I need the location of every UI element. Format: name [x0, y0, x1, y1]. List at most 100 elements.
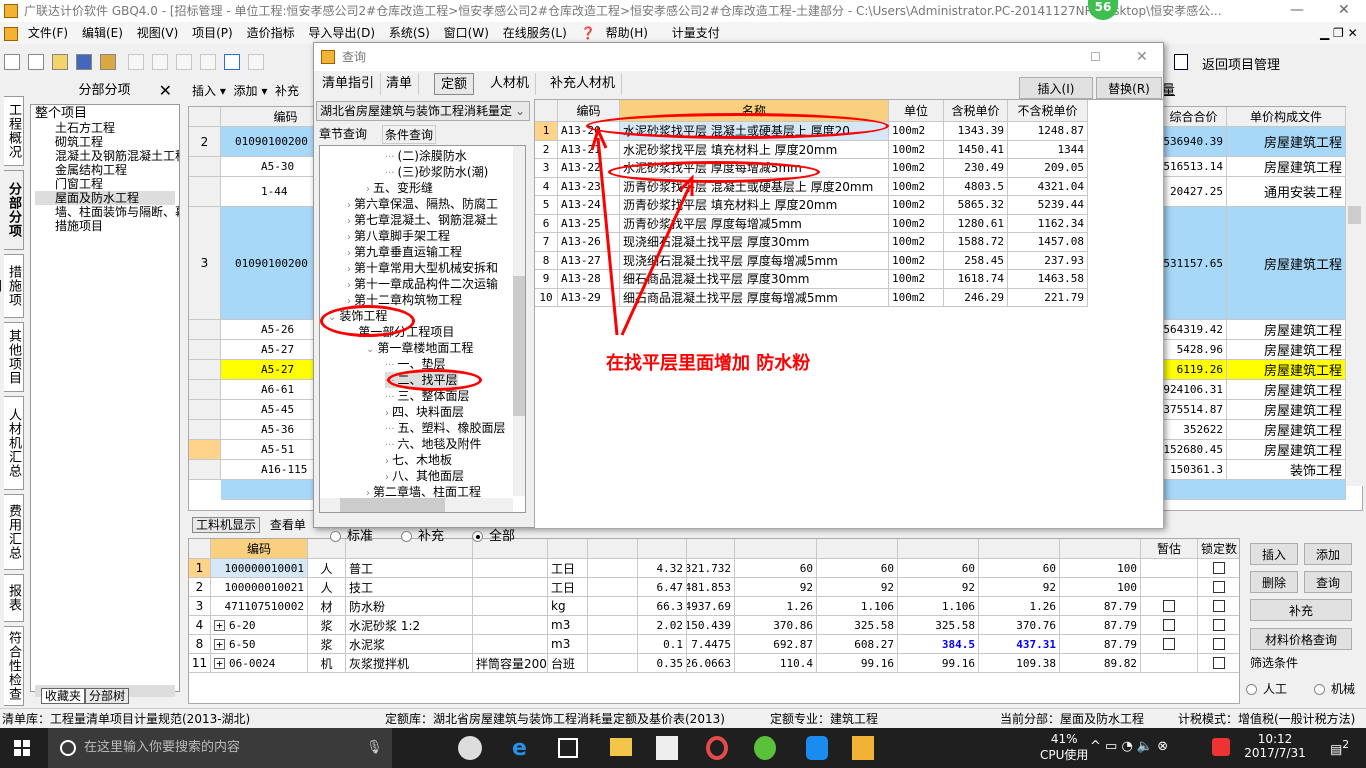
dialog-tab-2[interactable]: 定额	[434, 73, 475, 95]
close-window-button[interactable]: ✕	[1338, 2, 1350, 18]
cell-code[interactable]: +6-50	[211, 635, 308, 654]
quota-unit[interactable]: 100m2	[889, 196, 944, 215]
quota-unit[interactable]: 100m2	[889, 140, 944, 159]
tree-node[interactable]: › 第六章保温、隔热、防腐工	[347, 196, 498, 212]
paste-icon[interactable]	[175, 54, 192, 70]
tree-node[interactable]: › 四、块料面层	[385, 404, 464, 420]
quota-notax[interactable]: 237.93	[1008, 251, 1088, 270]
tree-node[interactable]: › 七、木地板	[385, 452, 452, 468]
tree-node[interactable]: › 五、变形缝	[366, 180, 433, 196]
quota-unit[interactable]: 100m2	[889, 122, 944, 141]
file-explorer-icon[interactable]	[610, 738, 632, 756]
document-app-icon[interactable]	[656, 736, 678, 760]
row-file[interactable]: 房屋建筑工程	[1227, 320, 1346, 340]
save-icon[interactable]	[76, 54, 92, 70]
lock-checkbox[interactable]	[1213, 619, 1225, 631]
new-project-icon[interactable]	[28, 54, 44, 70]
expand-icon[interactable]: +	[214, 619, 225, 631]
menu-help[interactable]: ❓ 帮助(H)	[581, 26, 658, 40]
radio-2[interactable]: 全部	[472, 529, 515, 544]
quota-notax[interactable]: 1457.08	[1008, 233, 1088, 252]
row-file[interactable]: 房屋建筑工程	[1227, 420, 1346, 440]
dialog-insert-button[interactable]: 插入(I)	[1019, 77, 1093, 99]
filter-labor-radio[interactable]: 人工	[1246, 680, 1287, 697]
vtab-0[interactable]: 工程概况	[4, 96, 24, 166]
tree-node[interactable]: ⌄ 第一章楼地面工程	[366, 340, 473, 356]
scroll-thumb[interactable]	[1348, 206, 1361, 224]
store-icon[interactable]	[558, 738, 578, 758]
material-price-query-button[interactable]: 材料价格查询	[1250, 628, 1352, 650]
quota-unit[interactable]: 100m2	[889, 177, 944, 196]
restore-window-button[interactable]	[1290, 0, 1310, 20]
tree-node[interactable]: › 第七章混凝土、钢筋混凝土	[347, 212, 498, 228]
temp-checkbox[interactable]	[1163, 619, 1175, 631]
quota-unit[interactable]: 100m2	[889, 214, 944, 233]
tree-vscrollbar[interactable]	[513, 146, 525, 496]
list-icon[interactable]	[1174, 54, 1188, 70]
vtab-6[interactable]: 报表	[4, 574, 24, 622]
quota-unit[interactable]: 100m2	[889, 159, 944, 178]
tree-hscrollbar[interactable]	[320, 498, 513, 512]
lock-checkbox[interactable]	[1213, 581, 1225, 593]
cell-name[interactable]: 防水粉	[346, 597, 473, 616]
delete-icon[interactable]	[199, 54, 216, 70]
condition-query-tab[interactable]: 条件查询	[382, 125, 437, 144]
clock[interactable]: 10:12 2017/7/31	[1240, 732, 1310, 760]
menu-view[interactable]: 视图(V)	[137, 26, 179, 40]
mdi-window-controls[interactable]: ▁ ❐ ✕	[1320, 22, 1358, 44]
quota-tax[interactable]: 246.29	[944, 288, 1008, 307]
redo-icon[interactable]	[247, 54, 264, 70]
library-select[interactable]: 湖北省房屋建筑与装饰工程消耗量定 ⌄	[316, 101, 530, 121]
supplement-button[interactable]: 补充	[275, 84, 299, 98]
filter-machine-radio[interactable]: 机械	[1314, 680, 1355, 697]
quota-tax[interactable]: 1280.61	[944, 214, 1008, 233]
chevron-right-icon[interactable]: ›	[347, 248, 351, 259]
header-unit[interactable]: 单位	[889, 100, 944, 122]
cell-code[interactable]: 100000010021	[211, 578, 308, 597]
supplement-material-button[interactable]: 补充	[1250, 599, 1352, 621]
menu-cost-index[interactable]: 造价指标	[247, 26, 295, 40]
quota-n[interactable]: 9	[535, 270, 558, 289]
quota-unit[interactable]: 100m2	[889, 270, 944, 289]
quota-n[interactable]: 2	[535, 140, 558, 159]
row-file[interactable]: 通用安装工程	[1227, 177, 1346, 207]
edge-icon[interactable]: e	[512, 736, 527, 761]
quota-n[interactable]: 1	[535, 122, 558, 141]
browser-app-icon[interactable]	[754, 736, 776, 760]
delete-button[interactable]: 删除	[1250, 571, 1298, 593]
side-tree-item[interactable]: 金属结构工程	[35, 163, 175, 177]
tree-scroll-thumb[interactable]	[513, 276, 525, 416]
cell-name[interactable]: 技工	[346, 578, 473, 597]
tree-node[interactable]: ··· (二)涂膜防水	[385, 148, 467, 164]
lock-checkbox[interactable]	[1213, 600, 1225, 612]
vtab-5[interactable]: 费用汇总	[4, 494, 24, 570]
expand-icon[interactable]: +	[214, 638, 225, 650]
cell-code[interactable]: 471107510002	[211, 597, 308, 616]
quota-notax[interactable]: 209.05	[1008, 159, 1088, 178]
radio-1[interactable]: 补充	[401, 529, 444, 544]
tree-node[interactable]: › 第九章垂直运输工程	[347, 244, 462, 260]
vtab-3[interactable]: 其他项目	[4, 322, 24, 392]
quota-n[interactable]: 3	[535, 159, 558, 178]
header-notax[interactable]: 不含税单价	[1008, 100, 1088, 122]
row-file[interactable]: 房屋建筑工程	[1227, 360, 1346, 380]
chevron-right-icon[interactable]: ›	[347, 264, 351, 275]
tree-node[interactable]: ··· 六、地毯及附件	[385, 436, 482, 452]
vtab-1[interactable]: 分部分项	[4, 170, 24, 250]
row-file[interactable]: 房屋建筑工程	[1227, 127, 1346, 157]
tree-hscroll-thumb[interactable]	[340, 498, 445, 512]
microphone-icon[interactable]: 🎙	[366, 728, 383, 768]
dialog-close-button[interactable]: ✕	[1136, 43, 1148, 71]
quota-tax[interactable]: 5865.32	[944, 196, 1008, 215]
tree-node[interactable]: › 第十章常用大型机械安拆和	[347, 260, 498, 276]
side-tree-item[interactable]: 砌筑工程	[35, 135, 175, 149]
tree-root[interactable]: 整个项目	[35, 107, 175, 121]
cell-code[interactable]: +06-0024	[211, 654, 308, 673]
quota-notax[interactable]: 221.79	[1008, 288, 1088, 307]
quota-tax[interactable]: 1343.39	[944, 122, 1008, 141]
side-tree-item[interactable]: 屋面及防水工程	[35, 191, 175, 205]
side-tree-item[interactable]: 混凝土及钢筋混凝土工程	[35, 149, 179, 163]
dialog-tab-0[interactable]: 清单指引	[316, 73, 382, 95]
menu-project[interactable]: 项目(P)	[192, 26, 233, 40]
dialog-tab-4[interactable]: 补充人材机	[544, 73, 623, 95]
